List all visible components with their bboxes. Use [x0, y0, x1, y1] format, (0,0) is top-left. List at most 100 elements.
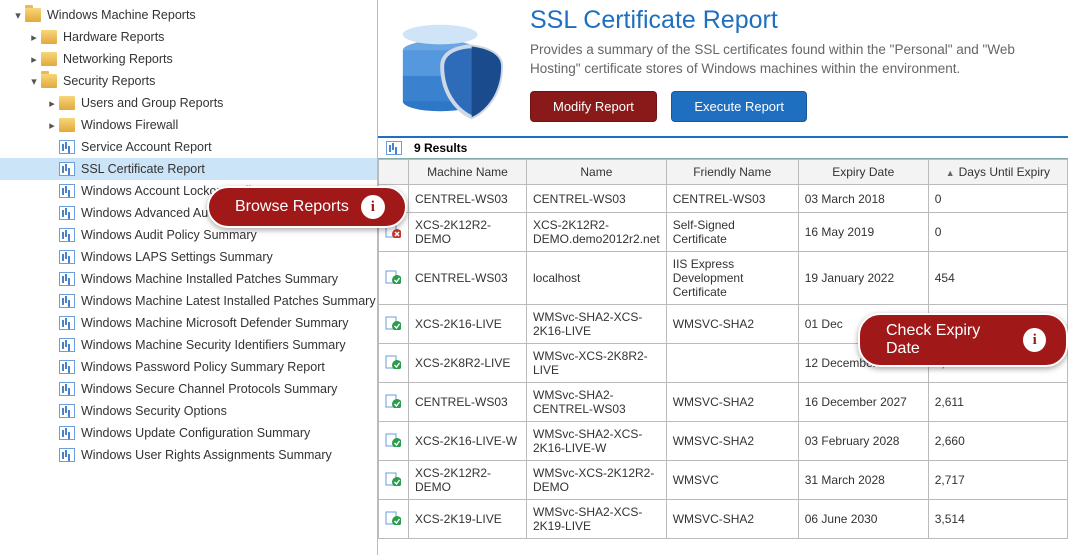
report-icon — [59, 316, 75, 330]
sidebar-report-item[interactable]: Windows Password Policy Summary Report — [0, 356, 377, 378]
col-friendly-name[interactable]: Friendly Name — [666, 160, 798, 185]
table-row[interactable]: XCS-2K16-LIVE-WWMSvc-SHA2-XCS-2K16-LIVE-… — [379, 422, 1068, 461]
tree-firewall[interactable]: ▸ Windows Firewall — [0, 114, 377, 136]
cell-friendly: CENTREL-WS03 — [666, 185, 798, 213]
cert-status-icon — [379, 422, 409, 461]
table-row[interactable]: CENTREL-WS03localhostIIS Express Develop… — [379, 252, 1068, 305]
cell-friendly: WMSVC-SHA2 — [666, 500, 798, 539]
table-row[interactable]: CENTREL-WS03CENTREL-WS03CENTREL-WS0303 M… — [379, 185, 1068, 213]
tree-label: Windows Machine Reports — [47, 8, 196, 22]
cell-name: WMSvc-XCS-2K8R2-LIVE — [527, 344, 667, 383]
info-icon: i — [361, 195, 385, 219]
sidebar-report-item[interactable]: Windows User Rights Assignments Summary — [0, 444, 377, 466]
cell-machine: XCS-2K16-LIVE — [409, 305, 527, 344]
report-icon — [59, 404, 75, 418]
report-icon — [59, 426, 75, 440]
col-icon[interactable] — [379, 160, 409, 185]
tree-label: Windows Firewall — [81, 118, 178, 132]
report-icon — [59, 448, 75, 462]
folder-icon — [25, 8, 41, 22]
modify-report-button[interactable]: Modify Report — [530, 91, 657, 122]
table-row[interactable]: XCS-2K19-LIVEWMSvc-SHA2-XCS-2K19-LIVEWMS… — [379, 500, 1068, 539]
cell-friendly: Self-Signed Certificate — [666, 213, 798, 252]
cell-machine: CENTREL-WS03 — [409, 252, 527, 305]
sidebar-report-item[interactable]: SSL Certificate Report — [0, 158, 377, 180]
col-name[interactable]: Name — [527, 160, 667, 185]
sidebar: ▾ Windows Machine Reports ▸ Hardware Repor… — [0, 0, 378, 555]
callout-browse-reports: Browse Reports i — [207, 186, 407, 228]
table-row[interactable]: CENTREL-WS03WMSvc-SHA2-CENTREL-WS03WMSVC… — [379, 383, 1068, 422]
col-machine-name[interactable]: Machine Name — [409, 160, 527, 185]
report-icon — [59, 360, 75, 374]
tree-hardware[interactable]: ▸ Hardware Reports — [0, 26, 377, 48]
report-icon — [59, 294, 75, 308]
sidebar-report-item[interactable]: Windows Security Options — [0, 400, 377, 422]
callout-label: Check Expiry Date — [886, 322, 1011, 358]
results-bar: 9 Results — [378, 138, 1068, 159]
cell-days: 2,717 — [928, 461, 1067, 500]
cell-name: WMSvc-SHA2-XCS-2K16-LIVE-W — [527, 422, 667, 461]
cell-name: WMSvc-SHA2-XCS-2K16-LIVE — [527, 305, 667, 344]
tree-label: SSL Certificate Report — [81, 162, 205, 176]
folder-icon — [59, 118, 75, 132]
chevron-right-icon[interactable]: ▸ — [46, 97, 58, 110]
callout-check-expiry: Check Expiry Date i — [858, 313, 1068, 367]
cert-status-icon — [379, 305, 409, 344]
cell-friendly — [666, 344, 798, 383]
sidebar-report-item[interactable]: Windows Update Configuration Summary — [0, 422, 377, 444]
cell-expiry: 31 March 2028 — [798, 461, 928, 500]
cell-name: WMSvc-SHA2-XCS-2K19-LIVE — [527, 500, 667, 539]
cell-friendly: WMSVC — [666, 461, 798, 500]
report-icon — [59, 272, 75, 286]
col-expiry-date[interactable]: Expiry Date — [798, 160, 928, 185]
tree-networking[interactable]: ▸ Networking Reports — [0, 48, 377, 70]
cert-status-icon — [379, 500, 409, 539]
sidebar-report-item[interactable]: Service Account Report — [0, 136, 377, 158]
cell-machine: XCS-2K12R2-DEMO — [409, 461, 527, 500]
tree-label: Windows Audit Policy Summary — [81, 228, 257, 242]
cell-expiry: 03 February 2028 — [798, 422, 928, 461]
chevron-right-icon[interactable]: ▸ — [46, 119, 58, 132]
sidebar-report-item[interactable]: Windows Machine Microsoft Defender Summa… — [0, 312, 377, 334]
page-description: Provides a summary of the SSL certificat… — [530, 41, 1058, 79]
cell-expiry: 19 January 2022 — [798, 252, 928, 305]
cell-name: localhost — [527, 252, 667, 305]
cert-status-icon — [379, 383, 409, 422]
callout-label: Browse Reports — [235, 198, 349, 216]
report-icon — [59, 206, 75, 220]
cell-name: WMSvc-XCS-2K12R2-DEMO — [527, 461, 667, 500]
col-days-until-expiry[interactable]: ▲Days Until Expiry — [928, 160, 1067, 185]
cell-machine: XCS-2K12R2-DEMO — [409, 213, 527, 252]
report-icon — [59, 140, 75, 154]
sidebar-report-item[interactable]: Windows Machine Installed Patches Summar… — [0, 268, 377, 290]
cell-days: 454 — [928, 252, 1067, 305]
tree-label: Users and Group Reports — [81, 96, 223, 110]
folder-icon — [41, 74, 57, 88]
tree-label: Hardware Reports — [63, 30, 164, 44]
report-header: SSL Certificate Report Provides a summar… — [378, 0, 1068, 138]
sidebar-report-item[interactable]: Windows Machine Security Identifiers Sum… — [0, 334, 377, 356]
sidebar-report-item[interactable]: Windows Machine Latest Installed Patches… — [0, 290, 377, 312]
tree-root[interactable]: ▾ Windows Machine Reports — [0, 4, 377, 26]
chevron-right-icon[interactable]: ▸ — [28, 31, 40, 44]
sidebar-report-item[interactable]: Windows LAPS Settings Summary — [0, 246, 377, 268]
cell-friendly: IIS Express Development Certificate — [666, 252, 798, 305]
execute-report-button[interactable]: Execute Report — [671, 91, 807, 122]
tree-users[interactable]: ▸ Users and Group Reports — [0, 92, 377, 114]
tree-label: Windows Machine Security Identifiers Sum… — [81, 338, 346, 352]
tree-security[interactable]: ▾Security Reports — [0, 70, 377, 92]
tree-label: Service Account Report — [81, 140, 212, 154]
folder-icon — [59, 96, 75, 110]
report-icon — [59, 228, 75, 242]
chevron-down-icon[interactable]: ▾ — [12, 9, 24, 22]
folder-icon — [41, 52, 57, 66]
tree-label: Networking Reports — [63, 52, 173, 66]
cell-machine: XCS-2K16-LIVE-W — [409, 422, 527, 461]
chevron-down-icon[interactable]: ▾ — [28, 75, 40, 88]
cell-machine: CENTREL-WS03 — [409, 383, 527, 422]
chevron-right-icon[interactable]: ▸ — [28, 53, 40, 66]
table-row[interactable]: XCS-2K12R2-DEMOWMSvc-XCS-2K12R2-DEMOWMSV… — [379, 461, 1068, 500]
sidebar-report-item[interactable]: Windows Secure Channel Protocols Summary — [0, 378, 377, 400]
table-row[interactable]: XCS-2K12R2-DEMOXCS-2K12R2-DEMO.demo2012r… — [379, 213, 1068, 252]
cell-name: XCS-2K12R2-DEMO.demo2012r2.net — [527, 213, 667, 252]
